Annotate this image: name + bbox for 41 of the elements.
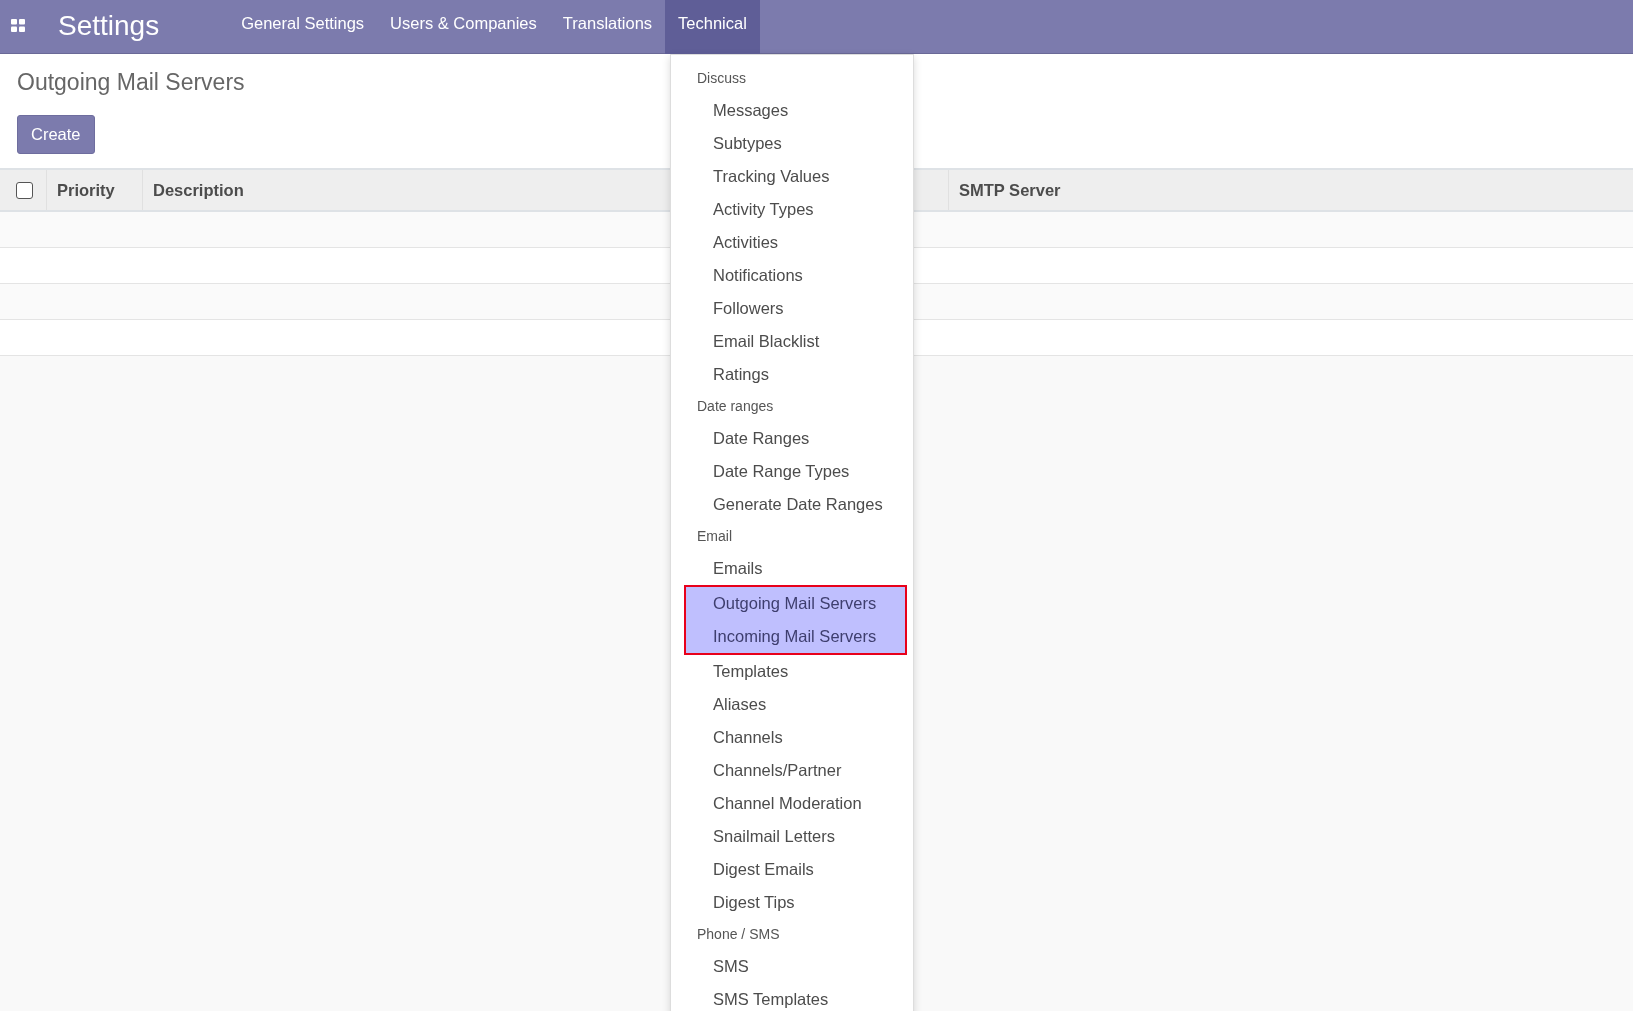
menu-item[interactable]: Email Blacklist (671, 325, 913, 358)
menu-section-header: Discuss (696, 69, 747, 88)
column-header[interactable]: SMTP Server (959, 180, 1061, 200)
menu-section-header: Email (696, 527, 733, 546)
menu-item[interactable]: Outgoing Mail Servers (686, 587, 905, 620)
column-header[interactable]: Priority (57, 180, 115, 200)
menu-section-header: Phone / SMS (696, 925, 781, 944)
menu-item[interactable]: Channels (671, 721, 913, 754)
app-title: Settings (58, 9, 160, 42)
menu-section-header: Date ranges (696, 397, 775, 416)
menu-item[interactable]: Templates (671, 655, 913, 688)
menu-item[interactable]: Snailmail Letters (671, 820, 913, 853)
menu-item[interactable]: Channels/Partner (671, 754, 913, 787)
menu-item[interactable]: Tracking Values (671, 160, 913, 193)
navbar-menu[interactable]: General Settings (228, 0, 378, 54)
menu-item[interactable]: SMS (671, 950, 913, 983)
menu-item[interactable]: SMS Templates (671, 983, 913, 1011)
menu-item[interactable]: Messages (671, 94, 913, 127)
menu-item[interactable]: Channel Moderation (671, 787, 913, 820)
select-all-checkbox[interactable] (16, 181, 33, 199)
menu-item[interactable]: Generate Date Ranges (671, 488, 913, 521)
menu-item[interactable]: Digest Tips (671, 886, 913, 919)
menu-item[interactable]: Date Range Types (671, 455, 913, 488)
menu-item[interactable]: Followers (671, 292, 913, 325)
column-header[interactable]: Description (153, 180, 244, 200)
menu-item[interactable]: Digest Emails (671, 853, 913, 886)
menu-item[interactable]: Aliases (671, 688, 913, 721)
navbar-menu[interactable]: Translations (549, 0, 666, 54)
menu-item[interactable]: Date Ranges (671, 422, 913, 455)
menu-item[interactable]: Activity Types (671, 193, 913, 226)
menu-item[interactable]: Activities (671, 226, 913, 259)
page-title: Outgoing Mail Servers (17, 68, 245, 97)
navbar-menu[interactable]: Users & Companies (377, 0, 550, 54)
create-button[interactable]: Create (17, 115, 95, 154)
menu-item[interactable]: Subtypes (671, 127, 913, 160)
menu-item[interactable]: Emails (671, 552, 913, 585)
menu-item[interactable]: Ratings (671, 358, 913, 391)
menu-item[interactable]: Incoming Mail Servers (686, 620, 905, 653)
navbar-menu[interactable]: Technical (665, 0, 760, 54)
apps-menu-icon[interactable] (11, 19, 25, 32)
menu-item[interactable]: Notifications (671, 259, 913, 292)
